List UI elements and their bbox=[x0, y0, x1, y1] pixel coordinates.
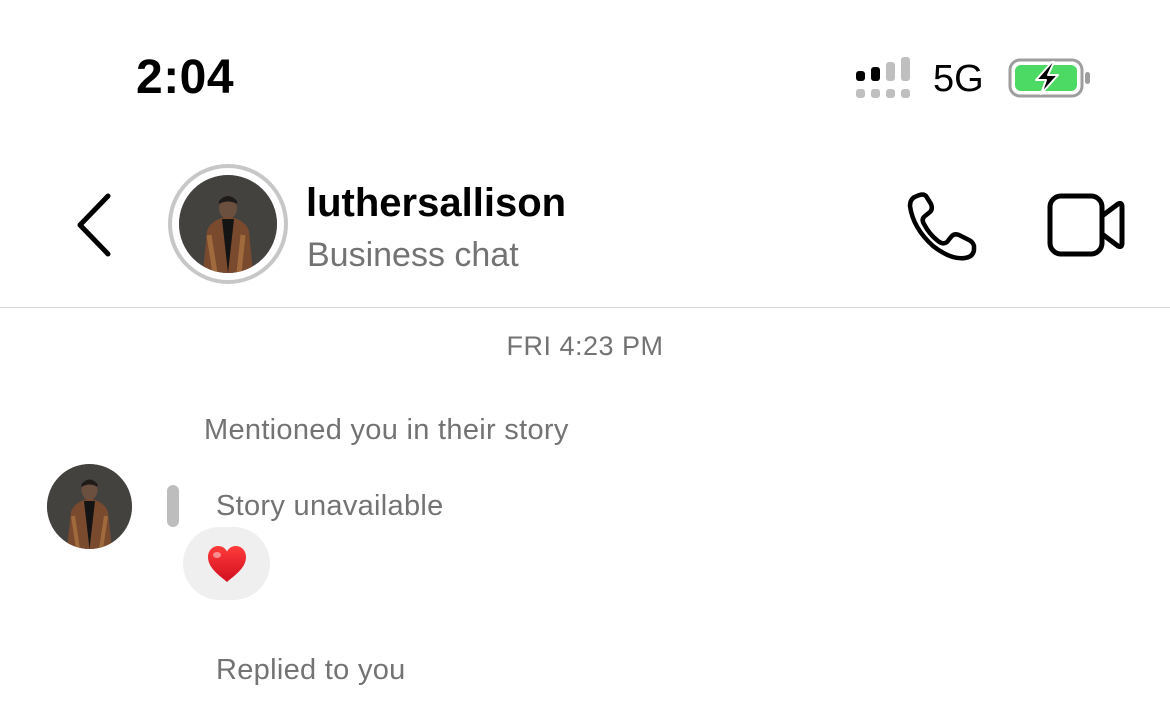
battery-charging-icon bbox=[1008, 58, 1090, 98]
contact-username[interactable]: luthersallison bbox=[306, 180, 566, 226]
heart-reaction-bubble[interactable] bbox=[183, 527, 270, 600]
header-avatar[interactable] bbox=[168, 164, 288, 284]
story-unavailable-label: Story unavailable bbox=[216, 490, 444, 522]
back-button[interactable] bbox=[70, 190, 120, 260]
story-reply-bar bbox=[167, 485, 179, 527]
replied-label: Replied to you bbox=[216, 654, 406, 686]
chat-type-label: Business chat bbox=[307, 236, 519, 274]
dm-thread-screen: 2:04 5G luthersallison Business chat FRI… bbox=[0, 0, 1170, 703]
video-camera-icon[interactable] bbox=[1046, 192, 1126, 258]
profile-photo bbox=[179, 175, 277, 273]
message-timestamp: FRI 4:23 PM bbox=[506, 331, 664, 361]
signal-icon bbox=[856, 57, 910, 98]
status-time: 2:04 bbox=[136, 51, 235, 104]
network-type-label: 5G bbox=[933, 58, 984, 100]
phone-icon[interactable] bbox=[903, 190, 981, 262]
header-divider bbox=[0, 307, 1170, 308]
story-mention-label: Mentioned you in their story bbox=[204, 414, 569, 446]
sender-avatar[interactable] bbox=[47, 464, 132, 549]
heart-icon bbox=[207, 545, 246, 582]
